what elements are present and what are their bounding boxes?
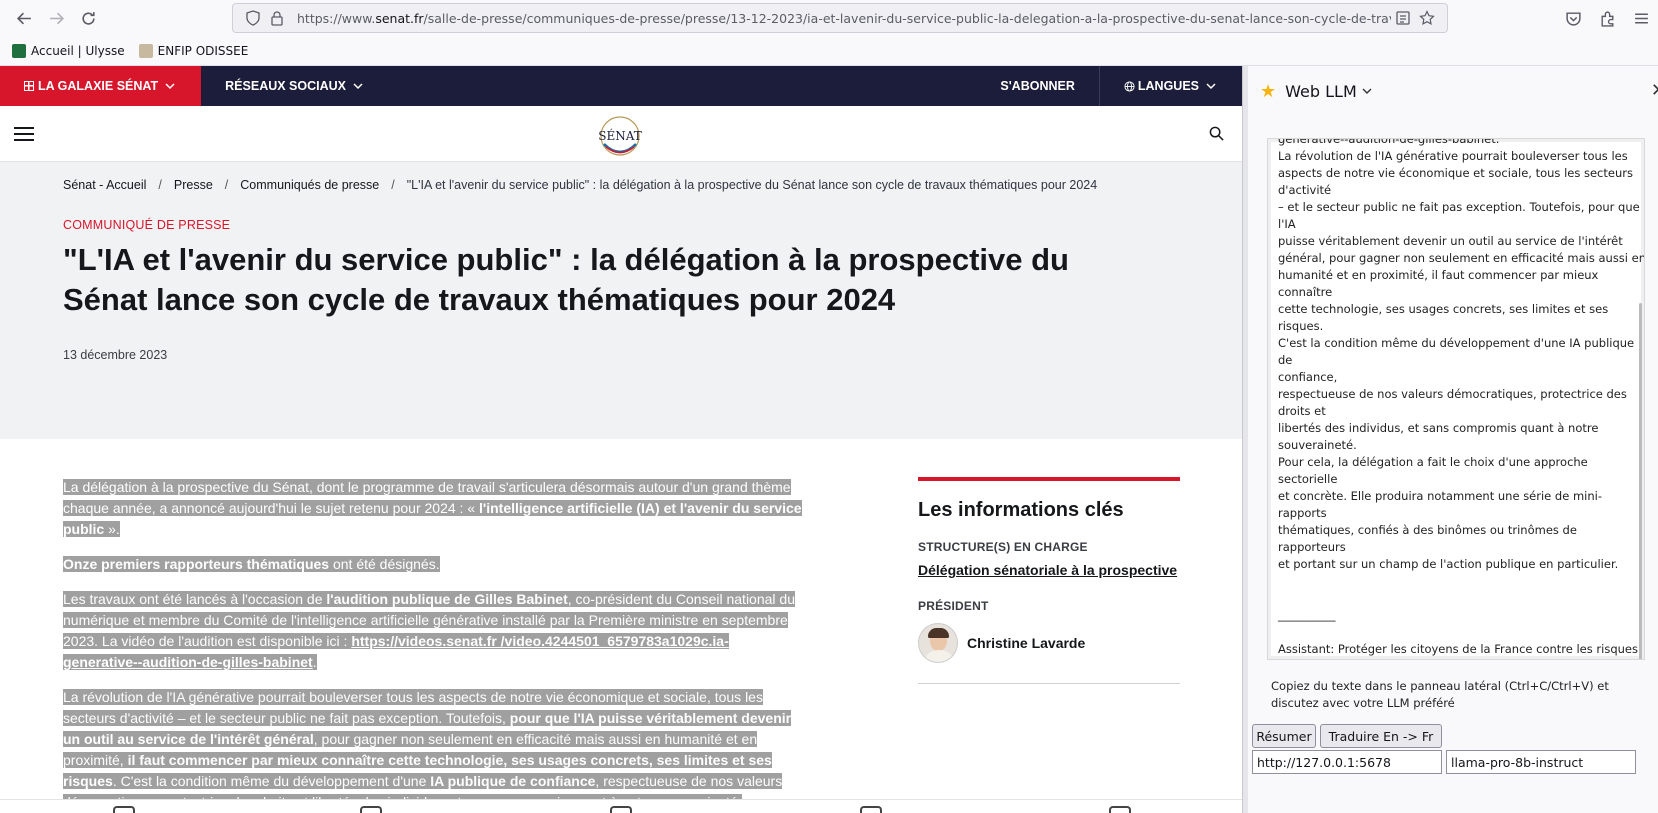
enfip-icon: [138, 43, 153, 58]
key-info-title: Les informations clés: [918, 499, 1124, 521]
back-icon[interactable]: [8, 2, 40, 34]
structure-label: STRUCTURE(S) EN CHARGE: [918, 540, 1088, 554]
grid-icon: [24, 81, 34, 91]
chevron-down-icon: [165, 83, 175, 90]
subscribe-button[interactable]: S'ABONNER: [976, 66, 1100, 106]
chevron-down-icon: [1206, 83, 1216, 90]
site-header: SÉNAT: [0, 106, 1242, 162]
hamburger-menu-icon[interactable]: [14, 126, 34, 142]
reseaux-sociaux-button[interactable]: RÉSEAUX SOCIAUX: [201, 79, 387, 93]
summarize-button[interactable]: Résumer: [1252, 724, 1316, 748]
article-body: La délégation à la prospective du Sénat,…: [63, 477, 803, 813]
structure-link[interactable]: Délégation sénatoriale à la prospective: [918, 560, 1180, 581]
bookmarks-bar: Accueil | Ulysse ENFIP ODISSEE: [0, 36, 1658, 66]
scrollbar[interactable]: [1639, 303, 1642, 659]
article-hero: Sénat - Accueil / Presse / Communiqués d…: [0, 162, 1242, 439]
globe-icon: [1124, 80, 1135, 92]
paragraph: La délégation à la prospective du Sénat,…: [63, 479, 802, 537]
galaxie-senat-button[interactable]: LA GALAXIE SÉNAT: [0, 66, 202, 106]
model-name-input[interactable]: [1446, 750, 1636, 774]
breadcrumb-presse[interactable]: Presse: [174, 178, 213, 192]
address-bar[interactable]: https://www.senat.fr/salle-de-presse/com…: [232, 3, 1448, 33]
bottom-nav: [0, 799, 1242, 813]
breadcrumb-home[interactable]: Sénat - Accueil: [63, 178, 146, 192]
user-icon[interactable]: [113, 806, 135, 813]
reload-icon[interactable]: [72, 2, 104, 34]
calendar-icon[interactable]: [1109, 806, 1131, 813]
close-icon[interactable]: ✕: [1651, 80, 1658, 101]
paragraph: La révolution de l'IA générative pourrai…: [63, 687, 803, 813]
star-icon: ★: [1260, 80, 1277, 102]
web-llm-sidebar: ★ Web LLM ✕ generative--audition-de-gill…: [1248, 66, 1658, 813]
menu-icon[interactable]: [1624, 2, 1658, 34]
bookmark-item[interactable]: ENFIP ODISSEE: [138, 43, 248, 58]
translate-button[interactable]: Traduire En -> Fr: [1320, 724, 1442, 748]
bookmark-item[interactable]: Accueil | Ulysse: [12, 43, 125, 58]
video-icon[interactable]: [610, 806, 632, 813]
president-name: Christine Lavarde: [967, 635, 1086, 651]
search-icon[interactable]: [1209, 126, 1224, 141]
ulysse-icon: [12, 43, 26, 58]
extensions-icon[interactable]: [1590, 2, 1624, 34]
article-content: La délégation à la prospective du Sénat,…: [0, 439, 1242, 813]
lock-icon[interactable]: [269, 10, 285, 26]
sidebar-header[interactable]: ★ Web LLM: [1248, 66, 1658, 116]
chat-text: generative--audition-de-gilles-babinet. …: [1278, 138, 1645, 656]
paragraph: Onze premiers rapporteurs thématiques on…: [63, 556, 440, 572]
web-page: LA GALAXIE SÉNAT RÉSEAUX SOCIAUX S'ABONN…: [0, 66, 1242, 813]
sidebar-title: Web LLM: [1285, 81, 1357, 101]
page-title: "L'IA et l'avenir du service public" : l…: [63, 242, 1069, 317]
shield-icon[interactable]: [245, 10, 261, 26]
chevron-down-icon: [353, 83, 363, 90]
site-topbar: LA GALAXIE SÉNAT RÉSEAUX SOCIAUX S'ABONN…: [0, 66, 1242, 106]
reader-view-icon[interactable]: [1395, 10, 1411, 26]
article-kicker: COMMUNIQUÉ DE PRESSE: [63, 218, 231, 232]
chat-textarea[interactable]: generative--audition-de-gilles-babinet. …: [1267, 138, 1645, 660]
bookmark-star-icon[interactable]: [1419, 10, 1435, 26]
forward-icon[interactable]: [40, 2, 72, 34]
url-text[interactable]: https://www.senat.fr/salle-de-presse/com…: [297, 11, 1391, 26]
president-row[interactable]: Christine Lavarde: [918, 623, 1180, 684]
chevron-down-icon: [1362, 88, 1372, 94]
languages-button[interactable]: LANGUES: [1100, 79, 1242, 93]
key-info-box: Les informations clés STRUCTURE(S) EN CH…: [918, 477, 1180, 684]
server-url-input[interactable]: [1252, 750, 1442, 774]
paragraph: Les travaux ont été lancés à l'occasion …: [63, 591, 795, 670]
folder-icon[interactable]: [860, 806, 882, 813]
breadcrumb-communiques[interactable]: Communiqués de presse: [240, 178, 379, 192]
article-date: 13 décembre 2023: [63, 348, 168, 362]
avatar: [918, 623, 958, 663]
breadcrumb: Sénat - Accueil / Presse / Communiqués d…: [63, 178, 1098, 192]
president-label: PRÉSIDENT: [918, 599, 989, 613]
broadcast-icon[interactable]: [360, 806, 382, 813]
senat-logo[interactable]: SÉNAT: [598, 114, 642, 158]
sidebar-hint: Copiez du texte dans le panneau latéral …: [1271, 679, 1609, 710]
pocket-icon[interactable]: [1556, 2, 1590, 34]
breadcrumb-current: "L'IA et l'avenir du service public" : l…: [406, 178, 1098, 192]
browser-toolbar: https://www.senat.fr/salle-de-presse/com…: [0, 0, 1658, 36]
